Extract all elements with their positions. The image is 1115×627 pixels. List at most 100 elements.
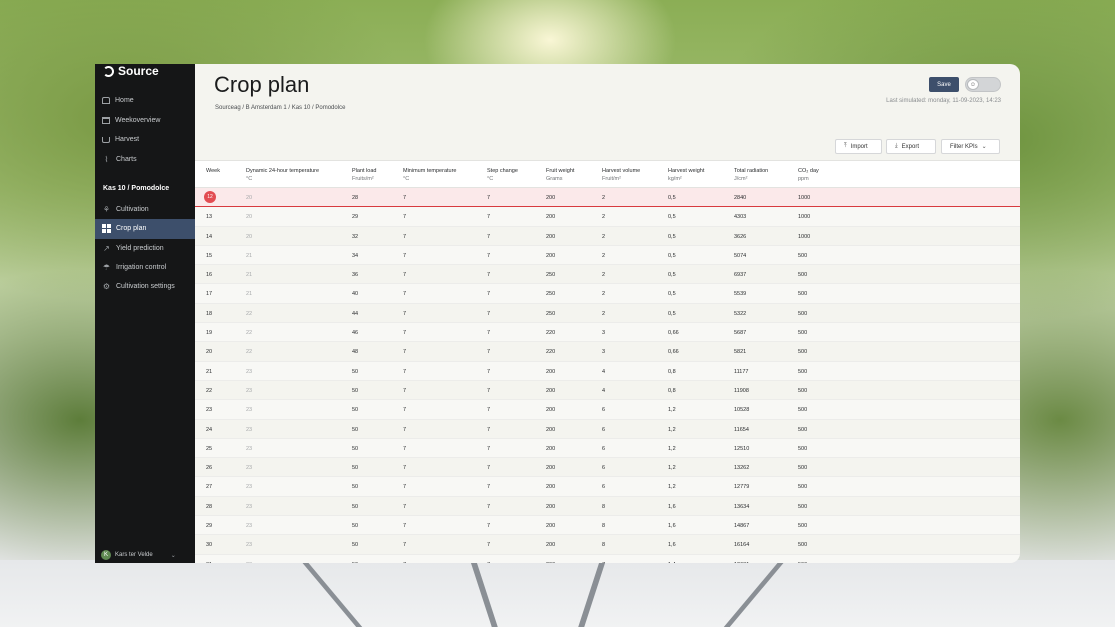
table-row[interactable]: 29 23 50 7 7 200 8 1,6 14867 500 bbox=[195, 516, 1020, 536]
table-cell[interactable]: 5687 bbox=[734, 330, 746, 336]
table-cell[interactable]: 50 bbox=[352, 523, 358, 529]
simulation-toggle[interactable]: ☺ bbox=[965, 77, 1001, 92]
table-cell[interactable]: 12631 bbox=[734, 562, 749, 563]
table-cell[interactable]: 21 bbox=[246, 272, 252, 278]
table-row[interactable]: 12 20 28 7 7 200 2 0,5 2840 1000 bbox=[195, 188, 1020, 208]
table-cell[interactable]: 7 bbox=[487, 388, 490, 394]
table-cell[interactable]: 50 bbox=[352, 542, 358, 548]
table-cell[interactable]: 11908 bbox=[734, 388, 749, 394]
table-cell[interactable]: 200 bbox=[546, 562, 555, 563]
table-cell[interactable]: 500 bbox=[798, 253, 807, 259]
column-header[interactable]: Minimum temperature °C bbox=[403, 167, 457, 183]
table-cell[interactable]: 200 bbox=[546, 253, 555, 259]
table-cell[interactable]: 1,2 bbox=[668, 484, 676, 490]
table-row[interactable]: 17 21 40 7 7 250 2 0,5 5539 500 bbox=[195, 284, 1020, 304]
table-cell[interactable]: 23 bbox=[246, 465, 252, 471]
table-cell[interactable]: 23 bbox=[246, 446, 252, 452]
table-cell[interactable]: 7 bbox=[487, 427, 490, 433]
table-cell[interactable]: 200 bbox=[546, 407, 555, 413]
table-cell[interactable]: 250 bbox=[546, 272, 555, 278]
table-cell[interactable]: 12779 bbox=[734, 484, 749, 490]
table-cell[interactable]: 7 bbox=[487, 330, 490, 336]
table-row[interactable]: 24 23 50 7 7 200 6 1,2 11654 500 bbox=[195, 420, 1020, 439]
filter-kpis-dropdown[interactable]: Filter KPIs ⌄ bbox=[941, 139, 1000, 154]
nav-item-harvest[interactable]: Harvest bbox=[95, 130, 195, 150]
table-cell[interactable]: 7 bbox=[403, 465, 406, 471]
table-cell[interactable]: 23 bbox=[246, 427, 252, 433]
table-cell[interactable]: 220 bbox=[546, 349, 555, 355]
table-cell[interactable]: 50 bbox=[352, 388, 358, 394]
table-cell[interactable]: 500 bbox=[798, 407, 807, 413]
table-cell[interactable]: 7 bbox=[487, 407, 490, 413]
table-cell[interactable]: 28 bbox=[352, 195, 358, 201]
table-cell[interactable]: 10528 bbox=[734, 407, 749, 413]
table-cell[interactable]: 0,5 bbox=[668, 234, 676, 240]
table-cell[interactable]: 50 bbox=[352, 504, 358, 510]
column-header[interactable]: Harvest weight kg/m² bbox=[668, 167, 704, 183]
table-cell[interactable]: 1,2 bbox=[668, 446, 676, 452]
table-cell[interactable]: 3626 bbox=[734, 234, 746, 240]
table-cell[interactable]: 7 bbox=[487, 311, 490, 317]
table-row[interactable]: 27 23 50 7 7 200 6 1,2 12779 500 bbox=[195, 477, 1020, 497]
table-cell[interactable]: 500 bbox=[798, 465, 807, 471]
table-cell[interactable]: 7 bbox=[403, 214, 406, 220]
table-row[interactable]: 14 20 32 7 7 200 2 0,5 3626 1000 bbox=[195, 227, 1020, 246]
table-row[interactable]: 25 23 50 7 7 200 6 1,2 12510 500 bbox=[195, 438, 1020, 459]
table-cell[interactable]: 2 bbox=[602, 311, 605, 317]
table-cell[interactable]: 500 bbox=[798, 388, 807, 394]
table-cell[interactable]: 500 bbox=[798, 504, 807, 510]
table-cell[interactable]: 40 bbox=[352, 291, 358, 297]
table-cell[interactable]: 3 bbox=[602, 330, 605, 336]
nav-item-cultivation[interactable]: ⚘ Cultivation bbox=[95, 200, 195, 219]
table-cell[interactable]: 50 bbox=[352, 562, 358, 563]
table-cell[interactable]: 50 bbox=[352, 427, 358, 433]
table-cell[interactable]: 0,5 bbox=[668, 311, 676, 317]
table-cell[interactable]: 200 bbox=[546, 542, 555, 548]
table-cell[interactable]: 7 bbox=[403, 330, 406, 336]
table-cell[interactable]: 220 bbox=[546, 330, 555, 336]
table-cell[interactable]: 7 bbox=[403, 369, 406, 375]
nav-item-yield-prediction[interactable]: ↗ Yield prediction bbox=[95, 239, 195, 258]
table-cell[interactable]: 7 bbox=[602, 562, 605, 563]
table-cell[interactable]: 7 bbox=[403, 272, 406, 278]
table-cell[interactable]: 7 bbox=[487, 253, 490, 259]
table-cell[interactable]: 50 bbox=[352, 465, 358, 471]
table-cell[interactable]: 500 bbox=[798, 542, 807, 548]
table-cell[interactable]: 250 bbox=[546, 311, 555, 317]
table-cell[interactable]: 7 bbox=[403, 311, 406, 317]
table-cell[interactable]: 200 bbox=[546, 234, 555, 240]
table-row[interactable]: 19 22 46 7 7 220 3 0,66 5687 500 bbox=[195, 323, 1020, 343]
table-cell[interactable]: 200 bbox=[546, 504, 555, 510]
table-cell[interactable]: 1,2 bbox=[668, 407, 676, 413]
table-cell[interactable]: 200 bbox=[546, 369, 555, 375]
table-cell[interactable]: 3 bbox=[602, 349, 605, 355]
table-cell[interactable]: 23 bbox=[246, 523, 252, 529]
column-header[interactable]: Plant load Fruits/m² bbox=[352, 167, 376, 183]
table-cell[interactable]: 7 bbox=[487, 484, 490, 490]
table-cell[interactable]: 23 bbox=[246, 407, 252, 413]
table-cell[interactable]: 7 bbox=[487, 349, 490, 355]
table-cell[interactable]: 1000 bbox=[798, 214, 810, 220]
table-cell[interactable]: 500 bbox=[798, 369, 807, 375]
table-row[interactable]: 20 22 48 7 7 220 3 0,66 5821 500 bbox=[195, 342, 1020, 362]
nav-item-weekoverview[interactable]: Weekoverview bbox=[95, 111, 195, 131]
table-cell[interactable]: 50 bbox=[352, 369, 358, 375]
table-cell[interactable]: 50 bbox=[352, 446, 358, 452]
table-cell[interactable]: 7 bbox=[403, 446, 406, 452]
table-cell[interactable]: 20 bbox=[246, 214, 252, 220]
table-cell[interactable]: 16164 bbox=[734, 542, 749, 548]
table-cell[interactable]: 500 bbox=[798, 311, 807, 317]
table-cell[interactable]: 7 bbox=[487, 465, 490, 471]
table-cell[interactable]: 1,6 bbox=[668, 504, 676, 510]
table-cell[interactable]: 200 bbox=[546, 465, 555, 471]
logo[interactable]: Source bbox=[103, 64, 159, 78]
table-cell[interactable]: 500 bbox=[798, 427, 807, 433]
table-cell[interactable]: 0,5 bbox=[668, 291, 676, 297]
table-cell[interactable]: 0,8 bbox=[668, 388, 676, 394]
table-cell[interactable]: 34 bbox=[352, 253, 358, 259]
table-cell[interactable]: 13634 bbox=[734, 504, 749, 510]
table-cell[interactable]: 22 bbox=[246, 330, 252, 336]
table-cell[interactable]: 23 bbox=[246, 504, 252, 510]
table-row[interactable]: 3123507720071,412631500 bbox=[195, 554, 1020, 563]
column-header[interactable]: Dynamic 24-hour temperature °C bbox=[246, 167, 319, 183]
